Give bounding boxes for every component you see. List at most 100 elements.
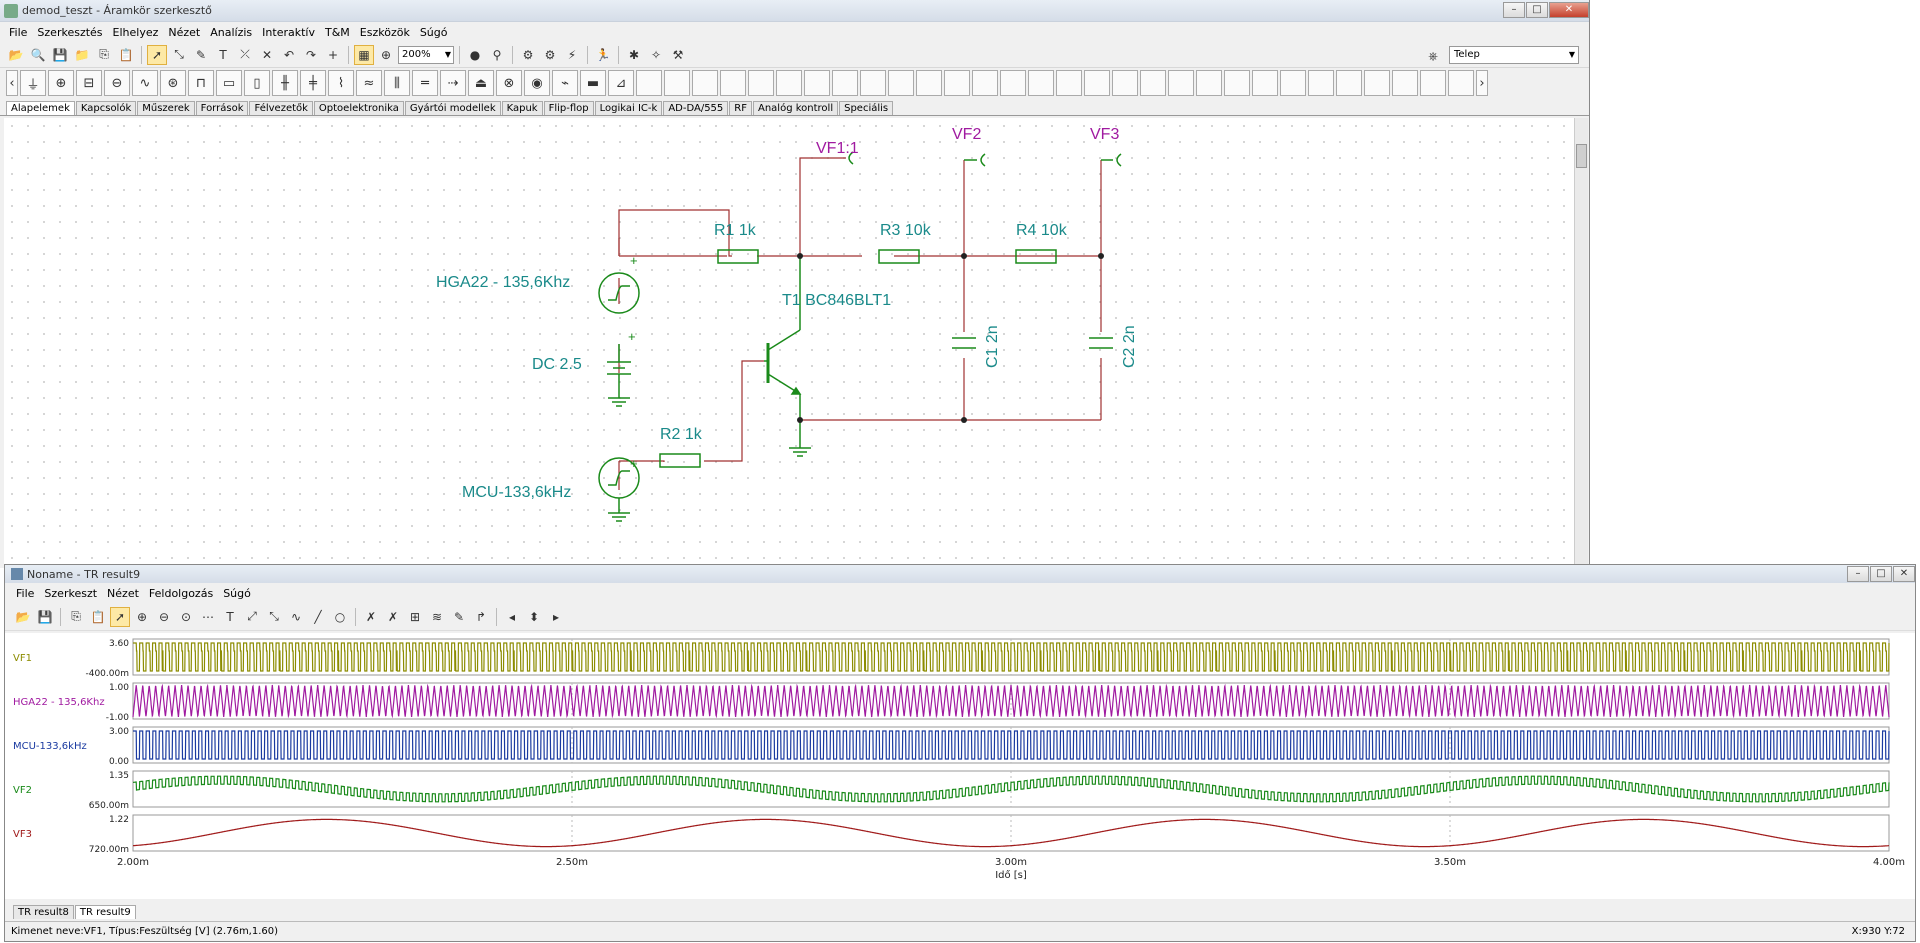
r2-symbol[interactable] [659,453,701,468]
current-source-icon[interactable]: ⊖ [104,70,130,96]
menu-tm[interactable]: T&M [320,26,355,39]
save-icon[interactable]: 💾 [50,45,70,65]
minimize-button[interactable]: – [1503,2,1525,18]
empty-slot-icon[interactable] [1084,70,1110,96]
resistor-icon[interactable]: ▭ [216,70,242,96]
empty-slot-icon[interactable] [720,70,746,96]
signal-source-icon[interactable]: ⊛ [160,70,186,96]
arrow-right-icon[interactable]: ▸ [546,607,566,627]
component-edit-icon[interactable]: ⚙ [540,45,560,65]
result-close-button[interactable]: ✕ [1893,566,1915,582]
grid-icon[interactable]: ▦ [354,44,374,65]
component-icon[interactable]: ⚙ [518,45,538,65]
meter-icon[interactable]: ◉ [524,70,550,96]
empty-slot-icon[interactable] [1364,70,1390,96]
empty-slot-icon[interactable] [1336,70,1362,96]
arrow-left-icon[interactable]: ◂ [502,607,522,627]
close-button[interactable]: ✕ [1549,2,1589,18]
voltage-source-icon[interactable]: ⊕ [48,70,74,96]
copy-icon[interactable]: ⎘ [66,607,86,627]
empty-slot-icon[interactable] [1056,70,1082,96]
zoom-icon[interactable]: ⊕ [376,45,396,65]
result-menu-process[interactable]: Feldolgozás [144,587,218,600]
copy-icon[interactable]: ⎘ [94,45,114,65]
grid-icon[interactable]: ⋯ [198,607,218,627]
pen-icon[interactable]: ✎ [449,607,469,627]
tab-rf[interactable]: RF [729,101,752,115]
menu-interactive[interactable]: Interaktív [257,26,320,39]
potentiometer-icon[interactable]: ⇢ [440,70,466,96]
circle-icon[interactable]: ○ [330,607,350,627]
open-icon[interactable]: 📂 [13,607,33,627]
text-icon[interactable]: T [213,45,233,65]
sine-source-icon[interactable]: ∿ [132,70,158,96]
tab-analog-kontroll[interactable]: Analóg kontroll [753,101,839,115]
redo-icon[interactable]: ↷ [301,45,321,65]
search-icon[interactable]: 🔍 [28,45,48,65]
step-icon[interactable]: ↱ [471,607,491,627]
ground-icon[interactable]: ⏚ [20,70,46,96]
zoom-in-icon[interactable]: ⊕ [132,607,152,627]
wand-icon[interactable]: ✧ [646,45,666,65]
scroll-right-icon[interactable]: › [1476,70,1488,96]
empty-slot-icon[interactable] [860,70,886,96]
plus-icon[interactable]: + [323,45,343,65]
empty-slot-icon[interactable] [1308,70,1334,96]
probe-icon[interactable]: ⚲ [487,45,507,65]
select-arrow-icon[interactable]: ➚ [147,44,167,65]
place-select[interactable]: Telep [1449,46,1579,64]
marker-b-icon[interactable]: ✗ [383,607,403,627]
cursor-b-icon[interactable]: ⤡ [264,607,284,627]
empty-slot-icon[interactable] [664,70,690,96]
paste-icon[interactable]: 📋 [88,607,108,627]
empty-slot-icon[interactable] [776,70,802,96]
zoom-out-icon[interactable]: ⊖ [154,607,174,627]
empty-slot-icon[interactable] [916,70,942,96]
zoom-select[interactable]: 200% [398,45,454,64]
menu-place[interactable]: Elhelyez [108,26,164,39]
marker-a-icon[interactable]: ✗ [361,607,381,627]
tab-logikai-ic[interactable]: Logikai IC-k [594,101,663,115]
trace-icon[interactable]: ≋ [427,607,447,627]
variable-resistor-icon[interactable]: ⊿ [608,70,634,96]
empty-slot-icon[interactable] [1280,70,1306,96]
bug-icon[interactable]: ✱ [624,45,644,65]
tab-flip-flop[interactable]: Flip-flop [543,101,594,115]
maximize-button[interactable]: □ [1526,2,1548,18]
empty-slot-icon[interactable] [888,70,914,96]
inductor-icon[interactable]: ⌇ [328,70,354,96]
menu-help[interactable]: Súgó [415,26,453,39]
tab-tr-result8[interactable]: TR result8 [13,905,74,919]
result-maximize-button[interactable]: □ [1870,566,1892,582]
tab-felvezetok[interactable]: Félvezetők [249,101,313,115]
tab-ad-da[interactable]: AD-DA/555 [663,101,729,115]
undo-icon[interactable]: ↶ [279,45,299,65]
text-icon[interactable]: T [220,607,240,627]
schematic-canvas[interactable]: + + + VF1:1 VF2 VF3 R1 1k R3 10k R4 10k … [4,118,1574,564]
tab-muszerek[interactable]: Műszerek [137,101,195,115]
tab-kapuk[interactable]: Kapuk [501,101,543,115]
empty-slot-icon[interactable] [972,70,998,96]
scroll-left-icon[interactable]: ‹ [6,70,18,96]
empty-slot-icon[interactable] [1224,70,1250,96]
empty-slot-icon[interactable] [692,70,718,96]
empty-slot-icon[interactable] [1168,70,1194,96]
add-trace-icon[interactable]: ⊞ [405,607,425,627]
result-menu-edit[interactable]: Szerkeszt [39,587,102,600]
menu-view[interactable]: Nézet [163,26,205,39]
empty-slot-icon[interactable] [1392,70,1418,96]
tab-gyartoi-modellek[interactable]: Gyártói modellek [404,101,501,115]
empty-slot-icon[interactable] [1140,70,1166,96]
square-source-icon[interactable]: ⊓ [188,70,214,96]
result-minimize-button[interactable]: – [1847,566,1869,582]
hammer-icon[interactable]: ⚒ [668,45,688,65]
scroll-thumb[interactable] [1576,144,1587,168]
zoom-fit-icon[interactable]: ⊙ [176,607,196,627]
tab-kapcsolok[interactable]: Kapcsolók [75,101,137,115]
tline-icon[interactable]: ═ [412,70,438,96]
probe-comp-icon[interactable]: ⌁ [552,70,578,96]
inductor-v-icon[interactable]: ≈ [356,70,382,96]
capacitor-v-icon[interactable]: ╪ [300,70,326,96]
empty-slot-icon[interactable] [804,70,830,96]
plot-area[interactable]: VF1 3.60 -400.00m HGA22 - 135,6Khz 1.00 -1.00… [5,633,1915,899]
